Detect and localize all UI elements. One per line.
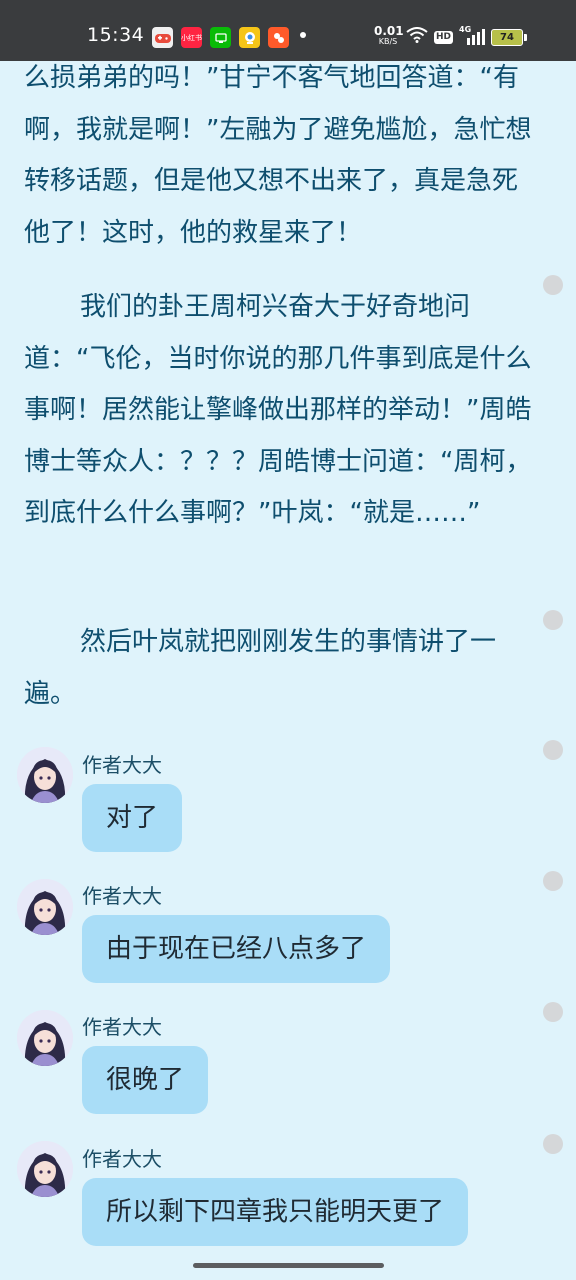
paragraph-comment-indicator[interactable] <box>543 610 563 630</box>
battery-indicator: 74 <box>491 28 528 46</box>
signal-icon: 4G <box>459 25 486 45</box>
paragraph-comment-indicator[interactable] <box>543 1002 563 1022</box>
notification-app-icons: 小红书 <box>152 27 289 48</box>
status-bar: 15:34 小红书 0.01 KB/S HD 4G 74 <box>0 0 576 61</box>
comment-author: 作者大大 <box>82 753 162 777</box>
more-notifications-dot <box>300 32 306 38</box>
author-avatar[interactable] <box>17 1141 73 1197</box>
network-speed: 0.01 KB/S <box>374 24 404 46</box>
xiaohongshu-label: 小红书 <box>181 33 202 42</box>
wifi-icon <box>406 27 428 47</box>
story-paragraph: 我们的卦王周柯兴奋大于好奇地问道：“飞伦，当时你说的那几件事到底是什么事啊！居然… <box>24 292 532 528</box>
author-avatar[interactable] <box>17 747 73 803</box>
network-speed-value: 0.01 <box>374 24 404 38</box>
taobao-app-icon <box>268 27 289 48</box>
wechat-app-icon <box>210 27 231 48</box>
paragraph-comment-indicator[interactable] <box>543 275 563 295</box>
paragraph-comment-indicator[interactable] <box>543 871 563 891</box>
author-avatar[interactable] <box>17 1010 73 1066</box>
paragraph-comment-indicator[interactable] <box>543 740 563 760</box>
comment-author: 作者大大 <box>82 1147 162 1171</box>
story-paragraph: 么损弟弟的吗！”甘宁不客气地回答道：“有啊，我就是啊！”左融为了避免尴尬，急忙想… <box>24 63 532 248</box>
author-avatar[interactable] <box>17 879 73 935</box>
story-paragraph: 然后叶岚就把刚刚发生的事情讲了一遍。 <box>24 627 497 709</box>
paragraph-comment-indicator[interactable] <box>543 1134 563 1154</box>
comment-author: 作者大大 <box>82 884 162 908</box>
battery-level: 74 <box>500 31 514 43</box>
comment-bubble[interactable]: 很晚了 <box>82 1046 209 1114</box>
comment-bubble[interactable]: 对了 <box>82 784 183 852</box>
comment-bubble[interactable]: 所以剩下四章我只能明天更了 <box>82 1178 469 1246</box>
game-app-icon <box>152 27 173 48</box>
home-indicator[interactable] <box>193 1263 384 1268</box>
browser-app-icon <box>239 27 260 48</box>
system-icons: HD 4G 74 <box>406 25 528 47</box>
comment-author: 作者大大 <box>82 1015 162 1039</box>
network-speed-unit: KB/S <box>378 37 398 46</box>
hd-badge: HD <box>434 30 454 44</box>
comment-bubble[interactable]: 由于现在已经八点多了 <box>82 915 391 983</box>
xiaohongshu-app-icon: 小红书 <box>181 27 202 48</box>
status-time: 15:34 <box>87 24 145 46</box>
